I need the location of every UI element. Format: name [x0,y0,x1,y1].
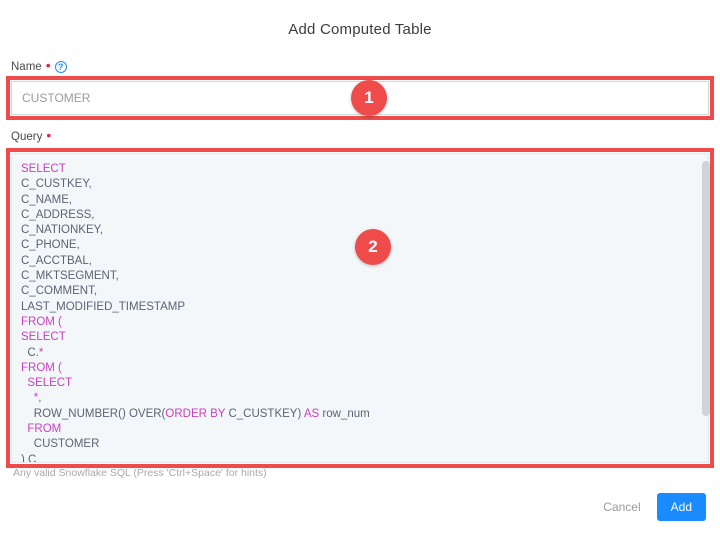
sql-keyword: AS [303,407,320,420]
sql-keyword: ORDER BY [165,407,226,420]
sql-identifier: CUSTOMER [21,438,100,451]
sql-identifier: C_ADDRESS, [21,208,95,221]
code-line: C.* [12,346,708,361]
dialog-title: Add Computed Table [288,21,432,38]
help-question-icon[interactable]: ? [54,61,67,73]
code-line: C_ADDRESS, [12,208,708,223]
sql-identifier: C_ACCTBAL, [21,254,92,267]
code-line: C_COMMENT, [12,284,708,299]
code-line: ) C [12,453,708,463]
sql-identifier: C_MKTSEGMENT, [21,270,119,283]
query-label-text: Query [11,131,43,143]
name-label-text: Name [11,61,42,73]
add-computed-table-dialog: Add Computed Table Name • ? 1 Query • SE… [0,0,720,534]
sql-identifier: , [38,392,42,405]
sql-identifier: C_PHONE, [21,239,80,252]
required-marker-icon: • [46,127,52,143]
code-line: C_CUSTKEY, [12,177,708,192]
sql-identifier [21,392,34,404]
sql-keyword: FROM ( [21,315,62,328]
code-line: LAST_MODIFIED_TIMESTAMP [12,300,708,315]
code-line: SELECT [12,162,708,177]
query-editor[interactable]: SELECT C_CUSTKEY, C_NAME, C_ADDRESS, C_NATIO… [11,153,709,463]
add-button[interactable]: Add [656,493,706,521]
code-line: ROW_NUMBER() OVER(ORDER BY C_CUSTKEY) AS… [12,407,708,422]
sql-keyword: SELECT [21,331,66,344]
code-line: FROM ( [12,361,708,376]
sql-identifier: C_NATIONKEY, [21,224,104,237]
code-line: CUSTOMER [12,437,708,452]
sql-identifier: C_COMMENT, [21,285,98,298]
code-line: C_MKTSEGMENT, [12,269,708,284]
dialog-footer: Cancel Add [597,493,706,521]
sql-keyword: * [38,346,44,359]
query-hint-text: Any valid Snowflake SQL (Press 'Ctrl+Spa… [13,467,267,479]
annotation-badge-2: 2 [355,229,391,265]
name-field-label: Name • ? [11,57,67,73]
sql-identifier: C_CUSTKEY, [21,178,92,191]
sql-identifier: row_num [319,407,370,420]
sql-keyword: FROM ( [21,361,62,374]
annotation-badge-1: 1 [351,80,387,116]
required-marker-icon: • [45,57,51,73]
code-line: FROM ( [12,315,708,330]
query-editor-scrollbar-thumb[interactable] [702,161,710,416]
cancel-button[interactable]: Cancel [597,494,646,520]
code-line: *, [12,391,708,406]
sql-identifier: C. [21,346,39,359]
sql-keyword: FROM [21,423,62,436]
sql-keyword: SELECT [21,377,73,390]
code-line: FROM [12,422,708,437]
code-line: SELECT [12,376,708,391]
code-line: C_NAME, [12,193,708,208]
sql-identifier: ) C [21,453,37,463]
sql-identifier: LAST_MODIFIED_TIMESTAMP [21,300,186,313]
query-field-label: Query • [11,127,52,143]
sql-identifier: C_NAME, [21,193,73,206]
code-line: SELECT [12,330,708,345]
sql-identifier: ROW_NUMBER() OVER( [21,407,166,420]
sql-keyword: SELECT [21,163,66,175]
sql-identifier: C_CUSTKEY) [225,407,304,420]
